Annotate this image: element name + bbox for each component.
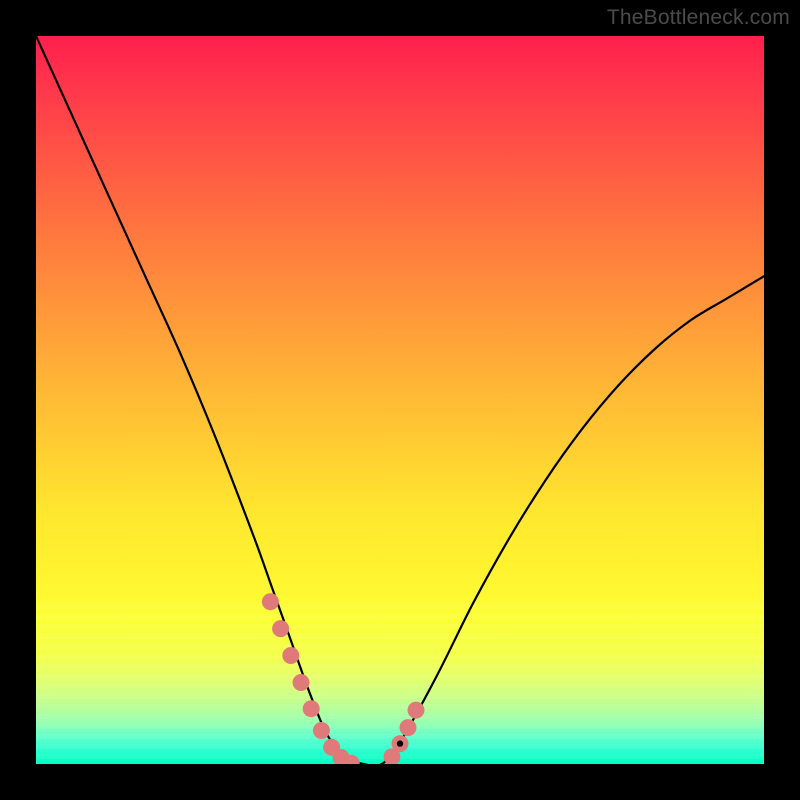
highlight-marker xyxy=(408,702,425,719)
highlight-marker xyxy=(303,700,320,717)
highlight-marker xyxy=(282,647,299,664)
highlight-marker xyxy=(272,620,289,637)
watermark-label: TheBottleneck.com xyxy=(607,6,790,30)
bottleneck-curve-path xyxy=(36,36,764,764)
highlight-marker xyxy=(313,722,330,739)
chart-frame: TheBottleneck.com xyxy=(0,0,800,800)
elbow-point-marker xyxy=(397,740,403,746)
left-arm-markers-group xyxy=(262,593,360,764)
highlight-marker xyxy=(262,593,279,610)
curve-layer xyxy=(36,36,764,764)
highlight-marker xyxy=(293,674,310,691)
highlight-marker xyxy=(400,719,417,736)
right-arm-markers-group xyxy=(384,702,425,764)
plot-area xyxy=(36,36,764,764)
